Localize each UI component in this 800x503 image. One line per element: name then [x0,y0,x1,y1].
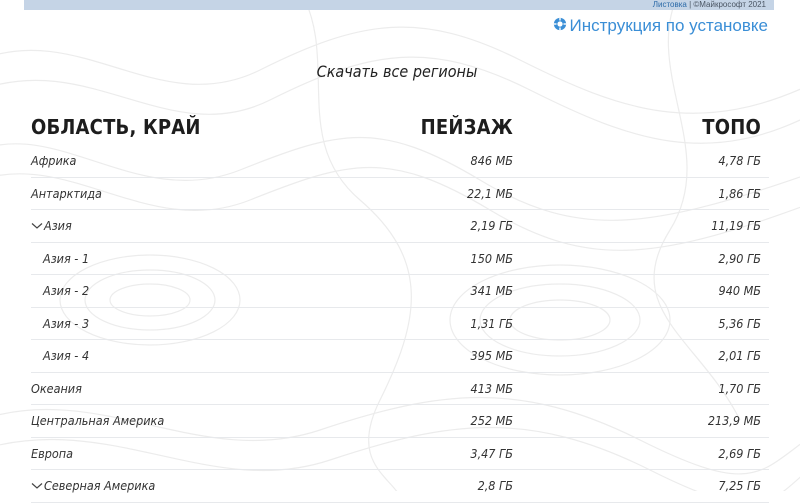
subregion-name: Азия - 4 [43,348,90,364]
table-row-subregion: Азия - 2 341 МБ 940 МБ [31,275,769,308]
topo-download-link[interactable]: 11,19 ГБ [711,218,761,233]
install-instructions-label: Инструкция по установке [569,16,768,35]
landscape-download-link[interactable]: 395 МБ [471,348,513,363]
table-row: Океания 413 МБ 1,70 ГБ [31,373,769,405]
region-name: Антарктида [31,185,102,201]
subregion-name: Азия - 1 [43,250,90,266]
topo-download-link[interactable]: 2,01 ГБ [718,348,761,363]
header-topo: ТОПО [702,115,761,139]
topo-download-link[interactable]: 7,25 ГБ [718,478,761,493]
topo-download-link[interactable]: 1,70 ГБ [718,381,761,396]
subregion-name: Азия - 2 [43,283,90,299]
table-header: ОБЛАСТЬ, КРАЙ ПЕЙЗАЖ ТОПО [31,110,769,144]
topo-download-link[interactable]: 2,90 ГБ [718,251,761,266]
landscape-download-link[interactable]: 413 МБ [471,381,513,396]
download-all-regions-link[interactable]: Скачать все регионы [0,62,794,81]
install-instructions-link[interactable]: Инструкция по установке [553,15,768,37]
table-row: Европа 3,47 ГБ 2,69 ГБ [31,438,769,470]
header-landscape: ПЕЙЗАЖ [420,115,513,139]
region-name: Африка [31,153,77,169]
table-body: Африка 846 МБ 4,78 ГБ Антарктида 22,1 МБ… [31,145,769,503]
gear-icon [553,15,567,37]
table-row-expandable[interactable]: Азия 2,19 ГБ 11,19 ГБ [31,210,769,243]
regions-table: ОБЛАСТЬ, КРАЙ ПЕЙЗАЖ ТОПО Африка 846 МБ … [31,110,769,503]
region-name: Европа [31,445,73,461]
table-row-subregion: Азия - 4 395 МБ 2,01 ГБ [31,340,769,373]
region-name: Центральная Америка [31,413,165,429]
topo-download-link[interactable]: 213,9 МБ [708,413,761,428]
topo-download-link[interactable]: 4,78 ГБ [718,153,761,168]
table-row-expandable[interactable]: Северная Америка 2,8 ГБ 7,25 ГБ [31,470,769,503]
header-region: ОБЛАСТЬ, КРАЙ [31,115,201,139]
landscape-download-link[interactable]: 2,19 ГБ [470,218,513,233]
landscape-download-link[interactable]: 2,8 ГБ [478,478,513,493]
table-row: Антарктида 22,1 МБ 1,86 ГБ [31,178,769,210]
region-name: Азия [44,218,72,234]
table-row-subregion: Азия - 3 1,31 ГБ 5,36 ГБ [31,308,769,340]
landscape-download-link[interactable]: 341 МБ [471,283,513,298]
table-row-subregion: Азия - 1 150 МБ 2,90 ГБ [31,243,769,275]
region-name: Океания [31,380,82,396]
topo-download-link[interactable]: 5,36 ГБ [718,316,761,331]
landscape-download-link[interactable]: 1,31 ГБ [470,316,513,331]
copyright-text: ©Майкрософт 2021 [693,0,766,9]
topo-download-link[interactable]: 1,86 ГБ [718,186,761,201]
table-row: Центральная Америка 252 МБ 213,9 МБ [31,405,769,438]
topo-download-link[interactable]: 2,69 ГБ [718,446,761,461]
chevron-down-icon[interactable] [31,222,43,230]
table-row: Африка 846 МБ 4,78 ГБ [31,145,769,178]
top-bar: Листовка | ©Майкрософт 2021 [24,0,774,10]
landscape-download-link[interactable]: 252 МБ [471,413,513,428]
region-name: Северная Америка [44,478,156,494]
landscape-download-link[interactable]: 846 МБ [471,153,513,168]
landscape-download-link[interactable]: 3,47 ГБ [470,446,513,461]
landscape-download-link[interactable]: 22,1 МБ [467,186,513,201]
topo-download-link[interactable]: 940 МБ [719,283,761,298]
landscape-download-link[interactable]: 150 МБ [471,251,513,266]
subregion-name: Азия - 3 [43,315,90,331]
chevron-down-icon[interactable] [31,482,43,490]
leaflet-link[interactable]: Листовка [653,0,687,9]
